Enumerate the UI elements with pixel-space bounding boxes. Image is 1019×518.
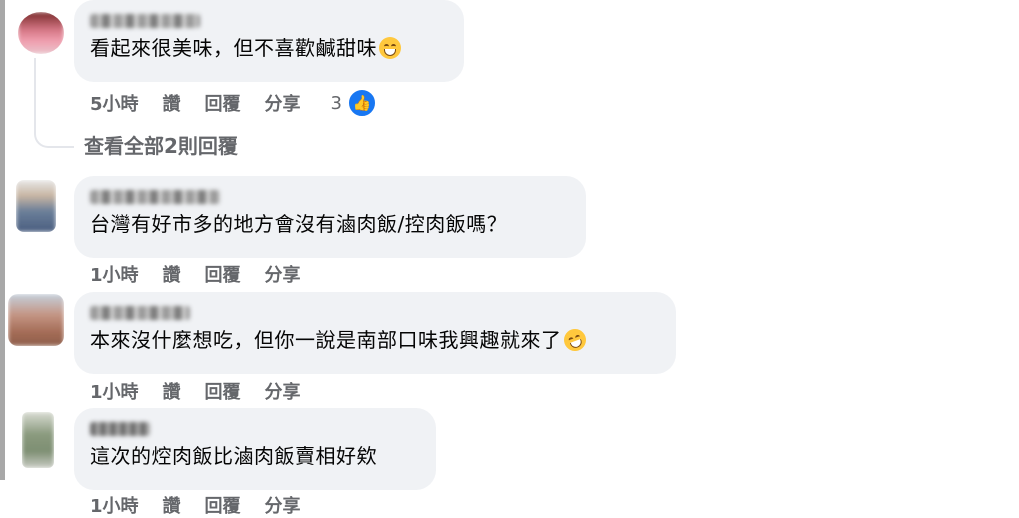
like-button[interactable]: 讚 <box>163 261 181 287</box>
comment-actions: 5小時 讚 回覆 分享 3 👍 <box>90 88 377 118</box>
author-name-blurred[interactable] <box>90 14 200 28</box>
like-button[interactable]: 讚 <box>163 90 181 116</box>
avatar[interactable] <box>16 180 56 232</box>
timestamp-link[interactable]: 1小時 <box>90 378 139 404</box>
comment-text: 看起來很美味，但不喜歡鹹甜味 <box>90 34 450 62</box>
share-button[interactable]: 分享 <box>265 261 301 287</box>
reaction-count: 3 <box>330 92 342 114</box>
comment-bubble: 這次的焢肉飯比滷肉飯賣相好欸 <box>74 408 436 490</box>
timestamp-link[interactable]: 5小時 <box>90 90 139 116</box>
share-button[interactable]: 分享 <box>265 492 301 518</box>
reply-button[interactable]: 回覆 <box>205 261 241 287</box>
reply-button[interactable]: 回覆 <box>205 492 241 518</box>
like-button[interactable]: 讚 <box>163 378 181 404</box>
comment-actions: 1小時 讚 回覆 分享 <box>90 378 325 404</box>
comment-text: 這次的焢肉飯比滷肉飯賣相好欸 <box>90 444 377 468</box>
reply-button[interactable]: 回覆 <box>205 90 241 116</box>
share-button[interactable]: 分享 <box>265 90 301 116</box>
like-button[interactable]: 讚 <box>163 492 181 518</box>
reaction-summary[interactable]: 3 👍 <box>331 88 377 118</box>
share-button[interactable]: 分享 <box>265 378 301 404</box>
reply-connector <box>34 58 74 148</box>
smiling-sweat-emoji-icon <box>379 37 401 59</box>
timestamp-link[interactable]: 1小時 <box>90 492 139 518</box>
view-all-replies-link[interactable]: 查看全部2則回覆 <box>84 130 238 159</box>
avatar[interactable] <box>8 294 64 346</box>
comment-bubble: 看起來很美味，但不喜歡鹹甜味 <box>74 0 464 82</box>
comment-actions: 1小時 讚 回覆 分享 <box>90 492 325 518</box>
timestamp-link[interactable]: 1小時 <box>90 261 139 287</box>
comment-actions: 1小時 讚 回覆 分享 <box>90 261 325 287</box>
comment-bubble: 本來沒什麼想吃，但你一說是南部口味我興趣就來了 <box>74 292 676 374</box>
author-name-blurred[interactable] <box>90 306 190 320</box>
comment-text-content: 本來沒什麼想吃，但你一說是南部口味我興趣就來了 <box>90 328 562 352</box>
rofl-emoji-icon <box>560 325 589 355</box>
avatar[interactable] <box>18 12 64 54</box>
comment-text-content: 看起來很美味，但不喜歡鹹甜味 <box>90 36 377 60</box>
comment-text: 台灣有好市多的地方會沒有滷肉飯/控肉飯嗎？ <box>90 212 508 236</box>
author-name-blurred[interactable] <box>90 190 220 204</box>
comment-bubble: 台灣有好市多的地方會沒有滷肉飯/控肉飯嗎？ <box>74 176 586 258</box>
thumbs-up-icon: 👍 <box>346 88 377 118</box>
comment-text: 本來沒什麼想吃，但你一說是南部口味我興趣就來了 <box>90 325 662 355</box>
author-name-blurred[interactable] <box>90 422 150 436</box>
thread-line <box>0 0 5 480</box>
avatar[interactable] <box>22 412 54 468</box>
reply-button[interactable]: 回覆 <box>205 378 241 404</box>
